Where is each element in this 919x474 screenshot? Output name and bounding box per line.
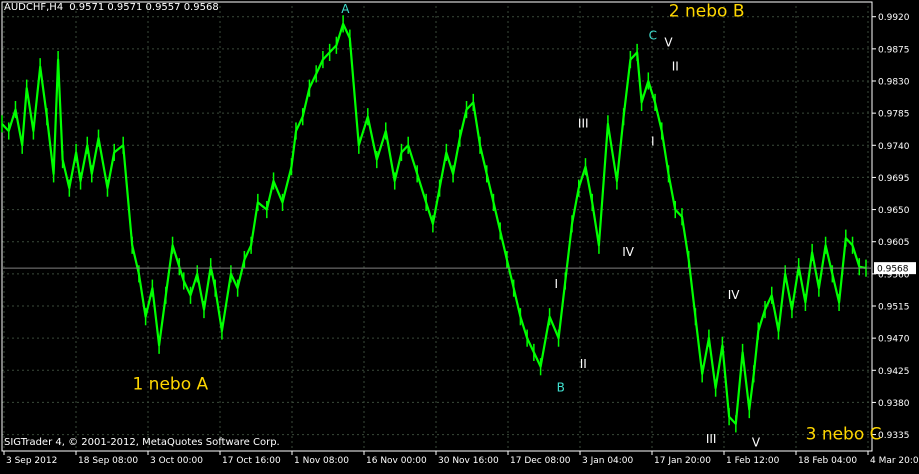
y-tick-label: 0.9695: [878, 174, 910, 184]
x-tick-label: 1 Feb 12:00: [726, 456, 780, 466]
copyright-label: SIGTrader 4, © 2001-2012, MetaQuotes Sof…: [4, 437, 280, 448]
x-tick-label: 3 Jan 04:00: [582, 456, 634, 466]
wave-label: III: [706, 432, 717, 446]
x-tick-label: 18 Sep 08:00: [78, 456, 138, 466]
wave-label: I: [555, 277, 559, 291]
chart-area: 0.9920 0.9875 0.9830 0.9785 0.9740 0.9695 0.96…: [0, 0, 919, 470]
wave-label: 1 nebo A: [132, 375, 208, 395]
y-tick-label: 0.9650: [878, 206, 910, 216]
x-axis: 3 Sep 2012 18 Sep 08:00 3 Oct 00:00 17 Oct …: [3, 451, 919, 466]
wave-label: A: [341, 2, 350, 16]
y-tick-label: 0.9470: [878, 335, 910, 345]
current-price-label: 0.9568: [877, 265, 909, 275]
x-tick-label: 3 Oct 00:00: [150, 456, 203, 466]
x-tick-label: 17 Dec 08:00: [510, 456, 571, 466]
wave-label: V: [664, 36, 673, 50]
x-tick-label: 17 Jan 20:00: [654, 456, 711, 466]
wave-label: II: [672, 59, 679, 73]
x-tick-label: 16 Nov 00:00: [366, 456, 427, 466]
x-tick-label: 3 Sep 2012: [6, 456, 57, 466]
y-tick-label: 0.9830: [878, 78, 910, 88]
y-axis: 0.9920 0.9875 0.9830 0.9785 0.9740 0.9695 0.96…: [872, 13, 910, 441]
wave-label: 2 nebo B: [669, 2, 745, 22]
x-tick-label: 1 Nov 08:00: [294, 456, 349, 466]
x-tick-label: 17 Oct 16:00: [222, 456, 281, 466]
y-tick-label: 0.9335: [878, 431, 910, 441]
x-tick-label: 4 Mar 20:00: [870, 456, 919, 466]
y-tick-label: 0.9515: [878, 303, 910, 313]
chart-svg: 0.9920 0.9875 0.9830 0.9785 0.9740 0.9695 0.96…: [1, 1, 919, 466]
y-tick-label: 0.9920: [878, 13, 910, 23]
wave-label: II: [580, 357, 587, 371]
symbol-label: AUDCHF,H4: [4, 2, 64, 13]
wave-label: 3 nebo C: [806, 425, 882, 445]
wave-label: C: [649, 29, 657, 43]
wave-label: IV: [622, 245, 635, 259]
y-tick-label: 0.9740: [878, 142, 910, 152]
y-tick-label: 0.9785: [878, 110, 910, 120]
wave-label: III: [578, 116, 589, 130]
y-tick-label: 0.9425: [878, 367, 910, 377]
wave-label: V: [752, 436, 761, 450]
y-tick-label: 0.9605: [878, 238, 910, 248]
wave-label: IV: [728, 288, 741, 302]
ohlc-label: 0.9571 0.9571 0.9557 0.9568: [69, 2, 219, 13]
y-tick-label: 0.9875: [878, 45, 910, 55]
x-tick-label: 18 Feb 04:00: [798, 456, 857, 466]
price-line: [1, 22, 867, 425]
wave-label: I: [651, 134, 655, 148]
wave-label: B: [557, 381, 565, 395]
chart-header: AUDCHF,H4 0.9571 0.9571 0.9557 0.9568: [4, 2, 219, 13]
wave-annotations: A1 nebo A2 nebo BBCVIIIIIIIVIIIIVIII V 3 n…: [132, 2, 881, 450]
y-tick-label: 0.9380: [878, 399, 910, 409]
x-tick-label: 30 Nov 16:00: [438, 456, 499, 466]
